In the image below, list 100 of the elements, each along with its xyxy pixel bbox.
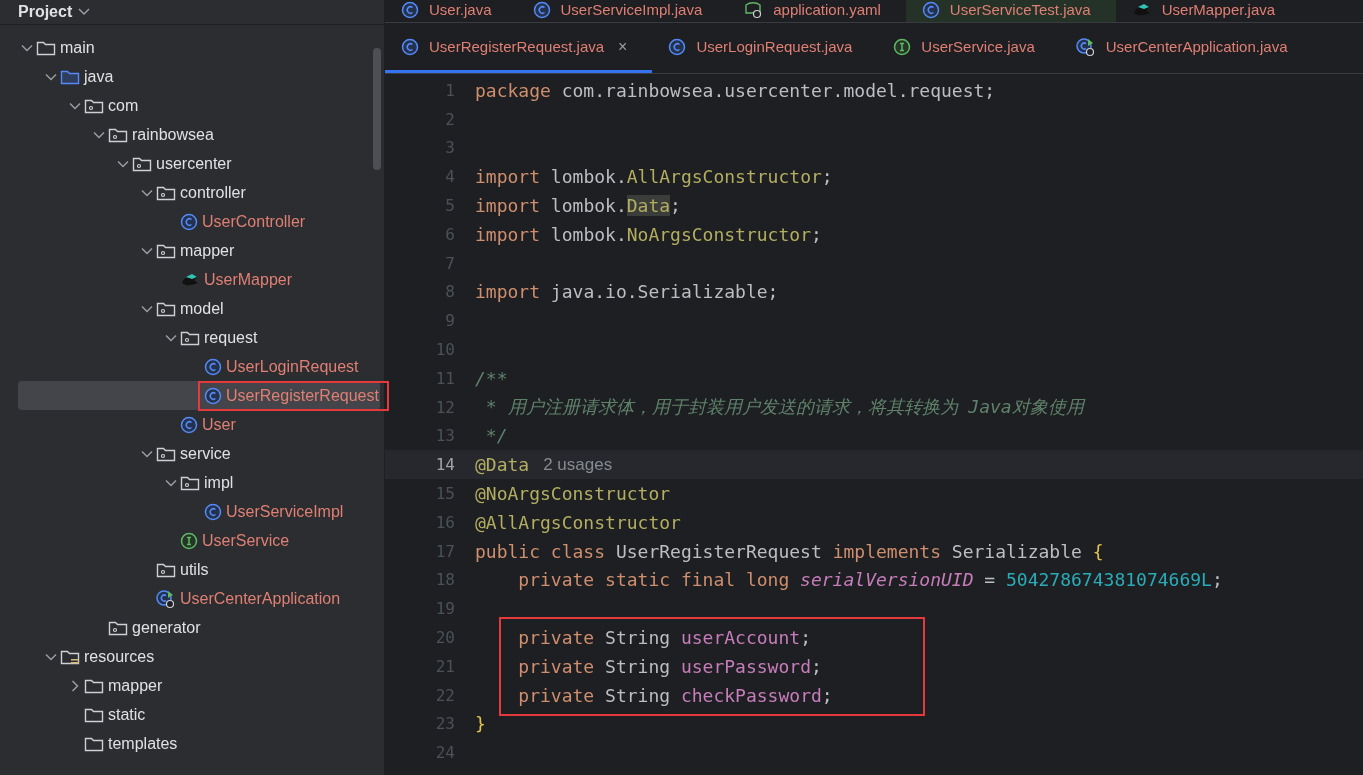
package-folder-icon [156,242,176,259]
package-folder-icon [156,561,176,578]
class-icon [532,0,551,19]
code-line: import lombok.Data; [475,195,681,217]
usages-hint[interactable]: 2 usages [543,454,613,475]
chevron-down-icon[interactable] [69,101,81,110]
tree-item-label[interactable]: rainbowsea [132,125,214,144]
tree-item-label[interactable]: impl [204,473,234,492]
chevron-down-icon[interactable] [117,159,129,168]
tree-item-label[interactable]: controller [180,183,246,202]
code-line: import lombok.AllArgsConstructor; [475,166,833,188]
code-line: private String userAccount; [517,627,811,649]
resources-folder-icon [60,648,80,665]
chevron-down-icon[interactable] [45,652,57,661]
tree-item-label[interactable]: User [202,415,236,434]
code-line: import lombok.NoArgsConstructor; [475,223,822,245]
class-icon [921,0,940,19]
panel-title[interactable]: Project [18,3,73,21]
class-icon [204,502,222,521]
editor-tab[interactable]: UserService.java [877,23,1060,73]
folder-icon [84,706,104,723]
tree-item-label[interactable]: UserMapper [204,270,293,289]
editor-tab[interactable]: UserMapper.java [1115,0,1301,22]
code-line: @Data [475,454,530,476]
chevron-down-icon[interactable] [165,333,177,342]
tree-item-label[interactable]: request [204,328,258,347]
editor-tab[interactable]: UserServiceTest.java [905,0,1116,22]
chevron-down-icon[interactable] [141,449,153,458]
code-line: package com.rainbowsea.usercenter.model.request; [475,79,996,101]
tree-item-label[interactable]: service [180,444,231,463]
interface-icon [893,37,912,56]
package-folder-icon [156,184,176,201]
code-line: @NoArgsConstructor [475,483,671,505]
package-folder-icon [180,329,200,346]
class-icon [180,212,198,231]
application-class-icon [156,588,176,609]
close-icon[interactable]: × [618,37,628,56]
chevron-right-icon[interactable] [71,679,79,692]
editor-tab[interactable]: User.java [385,0,517,22]
class-icon [180,415,198,434]
class-icon [668,37,687,56]
class-icon [204,357,222,376]
chevron-down-icon[interactable] [93,130,105,139]
tree-item-label[interactable]: resources [84,647,155,666]
tree-item-label[interactable]: main [60,38,95,57]
editor-tab[interactable]: application.yaml [727,0,906,22]
class-icon [401,0,419,19]
chevron-down-icon[interactable] [141,246,153,255]
code-line: /** [475,367,508,389]
package-folder-icon [84,97,104,114]
package-folder-icon [132,155,152,172]
package-folder-icon [156,445,176,462]
code-line: @AllArgsConstructor [475,511,681,533]
tree-item-label[interactable]: mapper [180,241,235,260]
tree-item-label[interactable]: utils [180,560,209,579]
chevron-down-icon[interactable] [78,8,91,16]
interface-icon [180,531,198,550]
line-number: 14 [434,455,456,475]
chevron-down-icon[interactable] [21,43,33,52]
code-line: private String checkPassword; [517,684,833,706]
chevron-down-icon[interactable] [45,72,57,81]
code-line: */ [484,425,508,447]
code-line: import java.io.Serializable; [475,281,779,303]
folder-icon [84,735,104,752]
package-folder-icon [156,300,176,317]
package-folder-icon [108,126,128,143]
tree-item-label[interactable]: templates [108,734,178,753]
tree-item-label[interactable]: generator [132,618,201,637]
code-line: public class UserRegisterRequest implements Serializable { [475,540,1104,562]
tree-item-label[interactable]: UserCenterApplication [180,589,341,608]
tree-item-label[interactable]: UserLoginRequest [226,357,359,376]
package-folder-icon [108,619,128,636]
package-folder-icon [180,474,200,491]
editor-tab[interactable]: UserLoginRequest.java [652,23,878,73]
code-line: * 用户注册请求体，用于封装用户发送的请求，将其转换为 Java对象使用 [484,395,1084,420]
scrollbar[interactable] [373,48,381,170]
folder-icon [60,68,80,85]
folder-icon [36,39,56,56]
class-icon [401,37,419,56]
tree-item-label[interactable]: model [180,299,224,318]
class-icon [204,386,222,405]
editor-tab[interactable]: UserRegisterRequest.java × [385,23,653,73]
chevron-down-icon[interactable] [141,304,153,313]
code-line: private String userPassword; [517,655,822,677]
folder-icon [84,677,104,694]
chevron-down-icon[interactable] [165,478,177,487]
chevron-down-icon[interactable] [141,188,153,197]
tree-item-label[interactable]: UserServiceImpl [226,502,344,521]
editor-tab[interactable]: UserCenterApplication.java [1059,23,1313,73]
code-line: } [475,713,486,735]
tree-item-label[interactable]: usercenter [156,154,232,173]
tree-item-label[interactable]: mapper [108,676,163,695]
tree-item-label[interactable]: java [84,67,114,86]
application-class-icon [1075,36,1096,57]
tree-item-label[interactable]: com [108,96,139,115]
editor-tab[interactable]: UserServiceImpl.java [516,0,728,22]
tree-item-label[interactable]: static [108,705,146,724]
code-line: private static final long serialVersionUID = 504278674381074669L; [517,569,1223,591]
tree-item-label[interactable]: UserService [202,531,290,550]
tree-item-label[interactable]: UserController [202,212,306,231]
